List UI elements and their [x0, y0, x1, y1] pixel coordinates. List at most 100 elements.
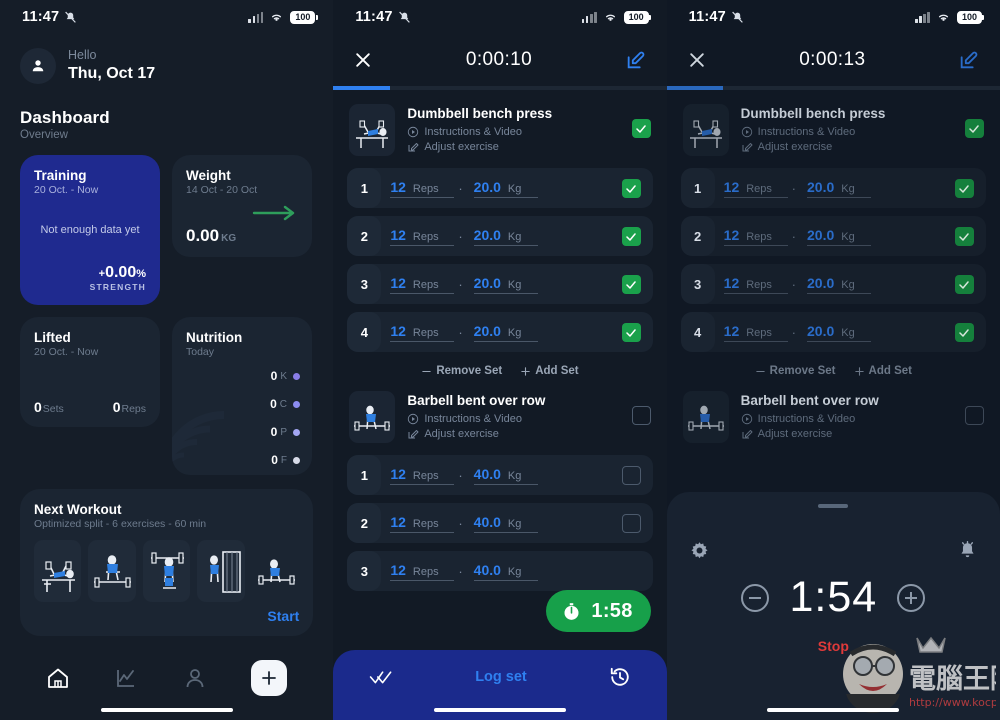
- instructions-video-link[interactable]: Instructions & Video: [407, 126, 619, 138]
- exercise-complete-checkbox[interactable]: [964, 119, 984, 138]
- reps-input[interactable]: 12 Reps: [390, 227, 455, 246]
- start-workout-button[interactable]: Start: [34, 608, 299, 624]
- table-row[interactable]: 3 12 Reps · 20.0 Kg: [347, 264, 653, 304]
- rest-timer-pill[interactable]: 1:58: [546, 590, 651, 632]
- reps-input[interactable]: 12 Reps: [723, 227, 788, 246]
- remove-set-button[interactable]: Remove Set: [421, 365, 502, 377]
- exercise-header[interactable]: Dumbbell bench press Instructions & Vide…: [667, 90, 1000, 160]
- double-check-icon[interactable]: [369, 668, 393, 686]
- barbell-row-thumb[interactable]: [349, 391, 396, 443]
- reps-input[interactable]: 12 Reps: [390, 514, 455, 533]
- nav-add-button[interactable]: [251, 660, 288, 696]
- add-fab[interactable]: [251, 660, 288, 696]
- log-set-button[interactable]: Log set: [475, 669, 527, 685]
- set-done-checkbox[interactable]: [954, 179, 974, 198]
- instructions-video-link[interactable]: Instructions & Video: [741, 126, 953, 138]
- set-done-checkbox[interactable]: [954, 323, 974, 342]
- reps-input[interactable]: 12 Reps: [390, 179, 455, 198]
- weight-input[interactable]: 20.0 Kg: [807, 179, 871, 198]
- bench-press-thumb[interactable]: [34, 540, 82, 602]
- sheet-grabber[interactable]: [818, 504, 849, 508]
- weight-input[interactable]: 20.0 Kg: [807, 323, 871, 342]
- table-row[interactable]: 4 12 Reps · 20.0 Kg: [680, 312, 986, 352]
- exercise-complete-checkbox[interactable]: [964, 406, 984, 425]
- instructions-video-link[interactable]: Instructions & Video: [741, 413, 953, 425]
- weight-input[interactable]: 20.0 Kg: [807, 227, 871, 246]
- table-row[interactable]: 1 12 Reps · 20.0 Kg: [680, 168, 986, 208]
- weight-input[interactable]: 20.0 Kg: [473, 275, 538, 294]
- remove-set-button[interactable]: Remove Set: [755, 365, 836, 377]
- adjust-exercise-link[interactable]: Adjust exercise: [407, 141, 619, 153]
- card-training[interactable]: Training 20 Oct. - Now Not enough data y…: [20, 155, 160, 305]
- table-row[interactable]: 2 12 Reps · 40.0 Kg: [347, 503, 653, 543]
- table-row[interactable]: 2 12 Reps · 20.0 Kg: [347, 216, 653, 256]
- set-done-checkbox[interactable]: [621, 466, 641, 485]
- separator-dot: ·: [458, 515, 463, 531]
- set-done-checkbox[interactable]: [621, 275, 641, 294]
- minus-circle-icon[interactable]: [741, 583, 770, 612]
- greeting-header[interactable]: Hello Thu, Oct 17: [0, 34, 333, 84]
- set-done-checkbox[interactable]: [621, 514, 641, 533]
- reps-input[interactable]: 12 Reps: [723, 323, 788, 342]
- set-done-checkbox[interactable]: [621, 179, 641, 198]
- deadlift-thumb[interactable]: [88, 540, 136, 602]
- adjust-exercise-link[interactable]: Adjust exercise: [741, 428, 953, 440]
- nav-stats-button[interactable]: [114, 666, 138, 690]
- gear-icon[interactable]: [689, 540, 710, 561]
- add-set-button[interactable]: Add Set: [854, 365, 912, 377]
- close-x-icon[interactable]: [687, 50, 707, 70]
- adjust-exercise-link[interactable]: Adjust exercise: [407, 428, 619, 440]
- edit-pencil-icon[interactable]: [625, 49, 647, 71]
- add-set-button[interactable]: Add Set: [520, 365, 579, 377]
- set-done-checkbox[interactable]: [954, 227, 974, 246]
- bell-icon[interactable]: [957, 540, 978, 561]
- exercise-header[interactable]: Barbell bent over row Instructions & Vid…: [667, 381, 1000, 447]
- card-weight[interactable]: Weight 14 Oct - 20 Oct 0.00 KG: [172, 155, 312, 257]
- set-done-checkbox[interactable]: [621, 227, 641, 246]
- history-clock-icon[interactable]: [609, 666, 631, 688]
- cable-machine-thumb[interactable]: [197, 540, 245, 602]
- close-x-icon[interactable]: [353, 50, 373, 70]
- weight-input[interactable]: 20.0 Kg: [807, 275, 871, 294]
- table-row[interactable]: 1 12 Reps · 20.0 Kg: [347, 168, 653, 208]
- reps-input[interactable]: 12 Reps: [723, 179, 788, 198]
- nav-home-button[interactable]: [46, 666, 70, 690]
- card-nutrition[interactable]: Nutrition Today 0K 0C 0 P 0 F: [172, 317, 312, 475]
- table-row[interactable]: 3 12 Reps · 40.0 Kg: [347, 551, 653, 591]
- set-done-checkbox[interactable]: [621, 323, 641, 342]
- reps-input[interactable]: 12 Reps: [390, 466, 455, 485]
- barbell-row-thumb[interactable]: [252, 540, 299, 602]
- weight-input[interactable]: 20.0 Kg: [473, 227, 538, 246]
- adjust-exercise-link[interactable]: Adjust exercise: [741, 141, 953, 153]
- separator-dot: ·: [458, 180, 463, 196]
- barbell-row-thumb[interactable]: [682, 391, 729, 443]
- bench-press-thumb[interactable]: [349, 104, 396, 156]
- bench-press-thumb[interactable]: [682, 104, 729, 156]
- weight-input[interactable]: 40.0 Kg: [473, 562, 538, 581]
- set-done-checkbox[interactable]: [954, 275, 974, 294]
- reps-input[interactable]: 12 Reps: [390, 323, 455, 342]
- table-row[interactable]: 3 12 Reps · 20.0 Kg: [680, 264, 986, 304]
- edit-pencil-icon: [742, 142, 753, 152]
- reps-input[interactable]: 12 Reps: [723, 275, 788, 294]
- reps-input[interactable]: 12 Reps: [390, 562, 455, 581]
- edit-pencil-icon[interactable]: [958, 49, 980, 71]
- exercise-complete-checkbox[interactable]: [631, 119, 651, 138]
- reps-input[interactable]: 12 Reps: [390, 275, 455, 294]
- next-workout-card[interactable]: Next Workout Optimized split - 6 exercis…: [20, 489, 314, 636]
- nav-profile-button[interactable]: [183, 666, 207, 690]
- avatar[interactable]: [20, 48, 56, 84]
- table-row[interactable]: 2 12 Reps · 20.0 Kg: [680, 216, 986, 256]
- table-row[interactable]: 4 12 Reps · 20.0 Kg: [347, 312, 653, 352]
- weight-input[interactable]: 20.0 Kg: [473, 323, 538, 342]
- weight-input[interactable]: 20.0 Kg: [473, 179, 538, 198]
- front-squat-thumb[interactable]: [142, 540, 191, 602]
- weight-input[interactable]: 40.0 Kg: [473, 466, 538, 485]
- exercise-complete-checkbox[interactable]: [631, 406, 651, 425]
- exercise-header[interactable]: Barbell bent over row Instructions & Vid…: [333, 381, 666, 447]
- exercise-header[interactable]: Dumbbell bench press Instructions & Vide…: [333, 90, 666, 160]
- instructions-video-link[interactable]: Instructions & Video: [407, 413, 619, 425]
- table-row[interactable]: 1 12 Reps · 40.0 Kg: [347, 455, 653, 495]
- weight-input[interactable]: 40.0 Kg: [473, 514, 538, 533]
- card-lifted[interactable]: Lifted 20 Oct. - Now 0Sets 0Reps: [20, 317, 160, 427]
